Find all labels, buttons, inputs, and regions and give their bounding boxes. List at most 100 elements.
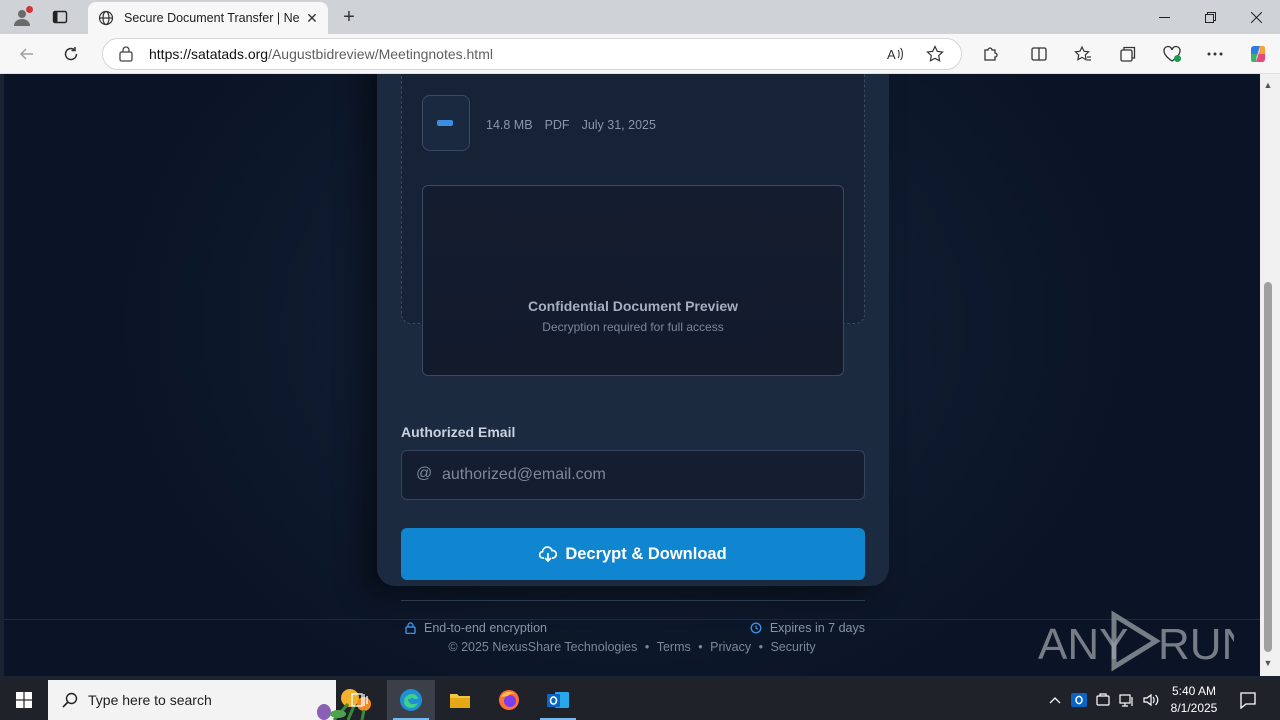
- transfer-card: 14.8 MB PDF July 31, 2025 Confidential D…: [377, 74, 889, 635]
- taskbar-search[interactable]: Type here to search: [48, 680, 371, 720]
- card-divider: [401, 600, 865, 601]
- decrypt-download-button[interactable]: Decrypt & Download: [401, 528, 865, 580]
- read-aloud-icon[interactable]: A: [883, 43, 907, 65]
- active-tab[interactable]: Secure Document Transfer | NexusShare ✕: [88, 2, 328, 34]
- footer-separator: •: [698, 640, 703, 654]
- document-panel: 14.8 MB PDF July 31, 2025 Confidential D…: [401, 74, 865, 376]
- clock-icon: [750, 622, 762, 634]
- notification-dot: [26, 6, 33, 13]
- scroll-down-arrow[interactable]: ▼: [1263, 658, 1273, 668]
- footer-link-terms[interactable]: Terms: [657, 640, 691, 654]
- pdf-file-icon: [422, 95, 470, 151]
- task-view-button[interactable]: [336, 680, 384, 720]
- tray-outlook-icon[interactable]: [1069, 690, 1089, 710]
- collections-button[interactable]: [1113, 40, 1143, 68]
- tab-close-icon[interactable]: ✕: [304, 10, 320, 26]
- scroll-up-arrow[interactable]: ▲: [1263, 80, 1273, 90]
- firefox-icon: [499, 690, 519, 710]
- footer-link-privacy[interactable]: Privacy: [710, 640, 751, 654]
- close-window-button[interactable]: [1233, 0, 1279, 34]
- url-path: /Augustbidreview/Meetingnotes.html: [268, 46, 493, 62]
- scroll-thumb[interactable]: [1264, 282, 1272, 652]
- new-tab-button[interactable]: +: [336, 4, 362, 30]
- file-meta: 14.8 MB PDF July 31, 2025: [486, 118, 656, 132]
- site-info-button[interactable]: [117, 45, 135, 63]
- taskbar-firefox[interactable]: [485, 680, 533, 720]
- windows-taskbar: Type here to search 5:40 AM 8/1/2025: [0, 680, 1280, 720]
- encryption-text: End-to-end encryption: [424, 621, 547, 635]
- arrow-left-icon: [19, 48, 33, 60]
- file-type: PDF: [544, 118, 570, 132]
- back-button[interactable]: [12, 40, 42, 68]
- clock-date: 8/1/2025: [1170, 701, 1218, 715]
- preview-title: Confidential Document Preview: [527, 298, 739, 314]
- tab-actions-button[interactable]: [46, 5, 74, 29]
- preview-subtitle: Decryption required for full access: [542, 320, 724, 334]
- settings-more-button[interactable]: [1200, 40, 1230, 68]
- taskbar-outlook[interactable]: [534, 680, 582, 720]
- restore-icon: [1204, 11, 1216, 23]
- extensions-button[interactable]: [976, 40, 1006, 68]
- more-dots-icon: [1207, 52, 1223, 56]
- browser-toolbar: https://satatads.org/Augustbidreview/Mee…: [0, 34, 1280, 74]
- taskbar-file-explorer[interactable]: [436, 680, 484, 720]
- address-bar[interactable]: https://satatads.org/Augustbidreview/Mee…: [102, 38, 962, 70]
- restore-button[interactable]: [1187, 0, 1233, 34]
- tab-title: Secure Document Transfer | NexusShare: [124, 11, 300, 25]
- favorites-button[interactable]: [1068, 40, 1098, 68]
- svg-text:RUN: RUN: [1158, 620, 1234, 669]
- footer-separator: •: [644, 640, 650, 654]
- network-icon[interactable]: [1117, 690, 1137, 710]
- clock-time: 5:40 AM: [1171, 684, 1217, 698]
- lock-page-icon: [119, 46, 133, 62]
- minimize-icon: [1158, 16, 1170, 18]
- email-input[interactable]: [442, 461, 852, 489]
- profile-button[interactable]: [8, 5, 36, 29]
- encryption-note: End-to-end encryption: [405, 621, 547, 635]
- url-text: https://satatads.org/Augustbidreview/Mee…: [149, 46, 493, 62]
- search-placeholder: Type here to search: [88, 692, 212, 708]
- file-size: 14.8 MB: [486, 118, 533, 132]
- collections-icon: [1120, 46, 1136, 62]
- notifications-button[interactable]: [1236, 688, 1260, 712]
- page-scrollbar[interactable]: ▲ ▼: [1260, 74, 1276, 676]
- expiry-text: Expires in 7 days: [769, 621, 865, 635]
- browser-tab-bar: Secure Document Transfer | NexusShare ✕ …: [0, 0, 1280, 34]
- footer-link-security[interactable]: Security: [770, 640, 815, 654]
- expiry-note: Expires in 7 days: [750, 621, 865, 635]
- edge-icon: [400, 689, 422, 711]
- file-date: July 31, 2025: [581, 118, 656, 132]
- show-hidden-icons-chevron[interactable]: [1045, 690, 1065, 710]
- task-view-icon: [351, 693, 368, 707]
- page-viewport: 14.8 MB PDF July 31, 2025 Confidential D…: [4, 74, 1260, 676]
- document-preview: Confidential Document Preview Decryption…: [422, 185, 844, 376]
- footer-separator: •: [758, 640, 763, 654]
- browser-essentials-button[interactable]: [1157, 40, 1187, 68]
- system-clock[interactable]: 5:40 AM 8/1/2025: [1164, 683, 1224, 717]
- search-icon: [62, 692, 78, 708]
- start-button[interactable]: [0, 680, 48, 720]
- windows-logo-icon: [16, 692, 32, 708]
- email-label: Authorized Email: [401, 424, 516, 440]
- url-domain: https://satatads.org: [149, 46, 269, 62]
- favorite-star-icon[interactable]: [923, 43, 947, 65]
- window-edge: [1276, 74, 1280, 676]
- outlook-icon: [547, 692, 569, 708]
- copilot-button[interactable]: [1243, 40, 1273, 68]
- close-icon: [1250, 11, 1262, 23]
- folder-icon: [450, 694, 470, 708]
- anyrun-watermark: ANY RUN: [1038, 610, 1234, 672]
- favorites-icon: [1074, 45, 1091, 61]
- decrypt-download-label: Decrypt & Download: [565, 544, 727, 563]
- volume-icon[interactable]: [1141, 690, 1161, 710]
- tray-meet-now-icon[interactable]: [1093, 690, 1113, 710]
- split-screen-button[interactable]: [1024, 40, 1054, 68]
- refresh-button[interactable]: [56, 40, 86, 68]
- email-field[interactable]: @: [401, 450, 865, 500]
- copyright-text: © 2025 NexusShare Technologies: [448, 640, 638, 654]
- at-sign-icon: @: [416, 465, 433, 482]
- puzzle-icon: [984, 47, 998, 61]
- taskbar-edge[interactable]: [387, 680, 435, 720]
- minimize-button[interactable]: [1141, 0, 1187, 34]
- copilot-icon: [1251, 46, 1265, 62]
